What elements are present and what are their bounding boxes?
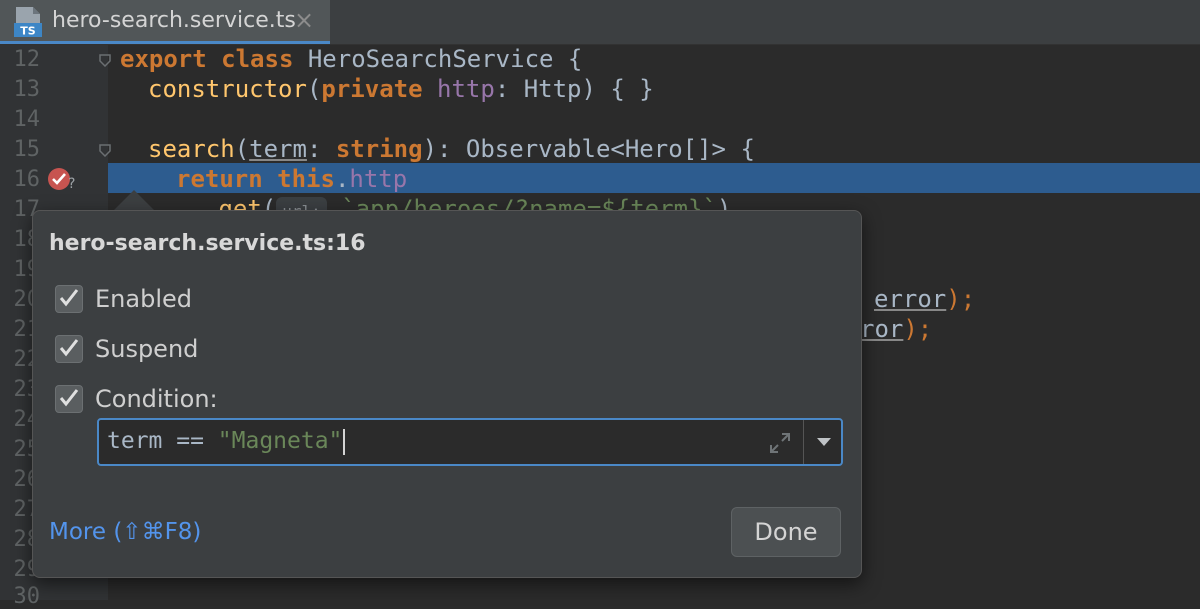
enabled-checkbox[interactable] (55, 285, 83, 313)
chevron-down-icon[interactable] (809, 428, 839, 456)
code-line-13[interactable]: constructor(private http: Http) { } (148, 74, 654, 104)
code-text: ); (946, 285, 976, 313)
code-type: string (335, 135, 423, 163)
popup-pointer (112, 190, 156, 212)
line-number: 13 (13, 77, 41, 102)
enabled-label[interactable]: Enabled (95, 285, 192, 313)
suspend-label[interactable]: Suspend (95, 335, 198, 363)
code-text: ( (306, 75, 322, 103)
checkmark-icon (59, 289, 79, 307)
code-identifier: ror (860, 315, 904, 343)
code-function: constructor (148, 75, 307, 103)
tab-title: hero-search.service.ts (52, 8, 296, 33)
suspend-checkbox[interactable] (55, 335, 83, 363)
code-line-15[interactable]: search(term: string): Observable<Hero[]>… (148, 134, 755, 164)
condition-lhs: term == (107, 428, 218, 454)
text-caret (343, 428, 346, 455)
more-link[interactable]: More (⇧⌘F8) (49, 519, 201, 545)
condition-expression[interactable]: term == "Magneta" (107, 428, 346, 455)
fold-icon[interactable] (98, 143, 112, 157)
code-text: ): Observable<Hero[]> { (422, 135, 755, 163)
popup-title: hero-search.service.ts:16 (49, 231, 366, 256)
code-keyword: return this (176, 165, 335, 193)
typescript-file-icon: TS (14, 7, 42, 38)
done-button[interactable]: Done (731, 507, 841, 557)
condition-label[interactable]: Condition: (95, 385, 218, 413)
code-text: . (334, 165, 350, 193)
code-function: search (148, 135, 235, 163)
breakpoint-condition-marker: ? (68, 176, 76, 192)
code-text: HeroSearchService { (293, 45, 583, 73)
code-property: http (437, 75, 495, 103)
code-text: : Http) { } (494, 75, 654, 103)
code-text: ); (903, 315, 933, 343)
code-line-16[interactable]: return this.http (176, 164, 407, 194)
code-text: ( (234, 135, 250, 163)
condition-string: "Magneta" (217, 428, 343, 454)
code-property: http (349, 165, 408, 193)
close-icon[interactable]: × (294, 6, 314, 34)
code-keyword: private (321, 75, 423, 103)
ts-badge-text: TS (20, 25, 36, 38)
line-number: 30 (13, 584, 41, 609)
dropdown-separator (803, 420, 804, 464)
fold-icon[interactable] (98, 53, 112, 67)
line-number: 14 (13, 107, 41, 132)
line-number: 12 (13, 47, 41, 72)
code-text: : (306, 135, 336, 163)
expand-icon[interactable] (767, 430, 793, 456)
line-number: 16 (13, 167, 41, 192)
condition-checkbox[interactable] (55, 385, 83, 413)
editor-tab-bar: TS hero-search.service.ts × (0, 0, 1200, 45)
checkmark-icon (59, 389, 79, 407)
code-parameter: term (249, 135, 307, 163)
code-line-21-tail[interactable]: ror); (860, 314, 932, 344)
checkmark-icon (59, 339, 79, 357)
tab-hero-search-service[interactable]: TS hero-search.service.ts × (0, 0, 330, 44)
code-line-12[interactable]: export class HeroSearchService { (120, 44, 582, 74)
line-number: 15 (13, 137, 41, 162)
condition-input[interactable]: term == "Magneta" (97, 418, 843, 466)
breakpoint-properties-popup: hero-search.service.ts:16 Enabled Suspen… (32, 210, 862, 578)
code-identifier: error (874, 285, 947, 313)
code-keyword: export class (120, 45, 294, 73)
code-line-20-tail[interactable]: error); (874, 284, 975, 314)
